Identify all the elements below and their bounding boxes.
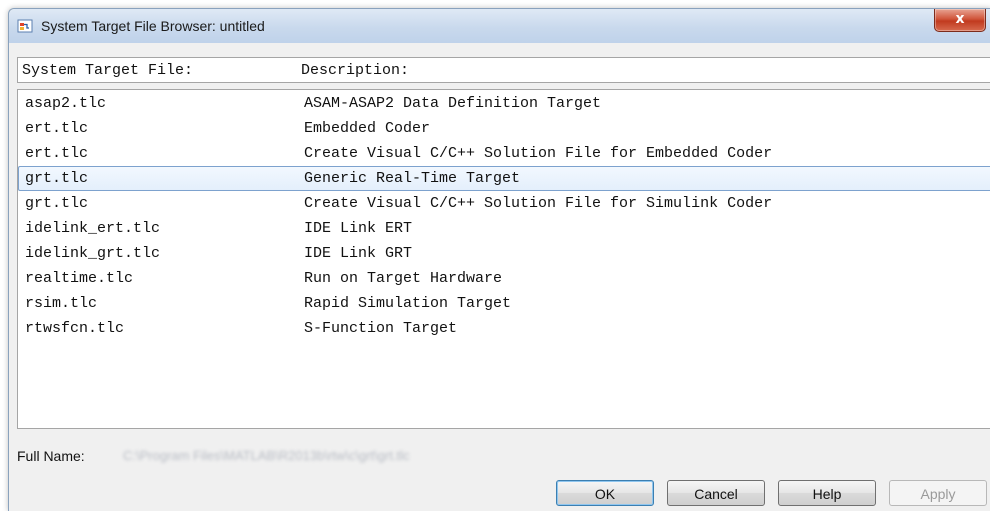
list-item-file: asap2.tlc — [25, 95, 107, 112]
close-button[interactable]: x — [934, 9, 986, 32]
list-item[interactable]: grt.tlc Create Visual C/C++ Solution Fil… — [18, 191, 990, 216]
list-item-description: IDE Link ERT — [304, 220, 413, 237]
full-name-value: C:\Program Files\MATLAB\R2013b\rtw\c\grt… — [123, 448, 410, 463]
list-item-description: ASAM-ASAP2 Data Definition Target — [304, 95, 602, 112]
list-item[interactable]: ert.tlc Create Visual C/C++ Solution Fil… — [18, 141, 990, 166]
list-item-description: Create Visual C/C++ Solution File for Si… — [304, 195, 773, 212]
list-item-file: grt.tlc — [25, 170, 89, 187]
list-item-description: Rapid Simulation Target — [304, 295, 512, 312]
title-bar[interactable]: System Target File Browser: untitled x — [9, 9, 990, 43]
dialog-window: System Target File Browser: untitled x S… — [8, 8, 990, 511]
list-item-selected[interactable]: grt.tlc Generic Real-Time Target — [18, 166, 990, 191]
list-item-file: rtwsfcn.tlc — [25, 320, 125, 337]
list-item-file: ert.tlc — [25, 120, 89, 137]
window-title: System Target File Browser: untitled — [41, 18, 265, 34]
list-item-file: idelink_ert.tlc — [25, 220, 161, 237]
list-item[interactable]: realtime.tlc Run on Target Hardware — [18, 266, 990, 291]
cancel-button[interactable]: Cancel — [667, 480, 765, 506]
list-item[interactable]: rsim.tlc Rapid Simulation Target — [18, 291, 990, 316]
list-item-description: S-Function Target — [304, 320, 458, 337]
list-item-file: ert.tlc — [25, 145, 89, 162]
list-item-description: IDE Link GRT — [304, 245, 413, 262]
dialog-body: System Target File: Description: asap2.t… — [13, 43, 990, 509]
list-item-file: rsim.tlc — [25, 295, 98, 312]
help-button[interactable]: Help — [778, 480, 876, 506]
full-name-label: Full Name: — [17, 448, 85, 464]
target-file-list[interactable]: asap2.tlc ASAM-ASAP2 Data Definition Tar… — [17, 89, 990, 429]
list-item-file: realtime.tlc — [25, 270, 134, 287]
list-item-file: idelink_grt.tlc — [25, 245, 161, 262]
list-item-description: Run on Target Hardware — [304, 270, 503, 287]
column-header: System Target File: Description: — [17, 57, 990, 83]
list-item[interactable]: ert.tlc Embedded Coder — [18, 116, 990, 141]
list-item-file: grt.tlc — [25, 195, 89, 212]
list-item-description: Create Visual C/C++ Solution File for Em… — [304, 145, 773, 162]
list-item[interactable]: idelink_ert.tlc IDE Link ERT — [18, 216, 990, 241]
list-item-description: Embedded Coder — [304, 120, 431, 137]
list-item-description: Generic Real-Time Target — [304, 170, 521, 187]
simulink-app-icon — [17, 19, 33, 33]
list-item[interactable]: rtwsfcn.tlc S-Function Target — [18, 316, 990, 341]
ok-button[interactable]: OK — [556, 480, 654, 506]
column-header-file[interactable]: System Target File: — [22, 62, 193, 79]
list-item[interactable]: idelink_grt.tlc IDE Link GRT — [18, 241, 990, 266]
column-header-description[interactable]: Description: — [301, 62, 409, 79]
apply-button[interactable]: Apply — [889, 480, 987, 506]
list-item[interactable]: asap2.tlc ASAM-ASAP2 Data Definition Tar… — [18, 91, 990, 116]
